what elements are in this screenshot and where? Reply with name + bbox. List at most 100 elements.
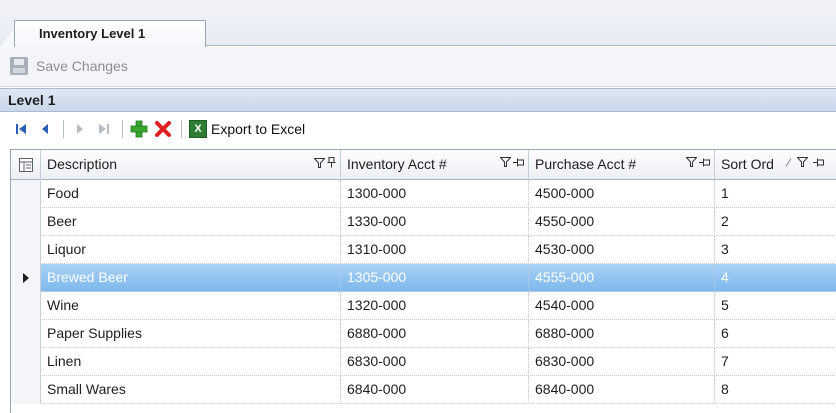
row-selector[interactable]: [11, 348, 41, 376]
column-header-description[interactable]: Description: [41, 150, 341, 180]
column-header-label: Sort Ord: [721, 156, 774, 172]
cell-description[interactable]: Wine: [41, 292, 341, 320]
cell-sort-order[interactable]: 6: [715, 320, 836, 348]
inventory-grid: Description Inventory Acct # Purchase Ac…: [10, 149, 836, 413]
cell-purchase-acct[interactable]: 4500-000: [529, 180, 715, 208]
row-selector[interactable]: [11, 236, 41, 264]
level-title: Level 1: [8, 92, 56, 108]
table-row[interactable]: Wine 1320-000 4540-000 5: [11, 292, 836, 320]
cell-inventory-acct[interactable]: 6880-000: [341, 320, 529, 348]
table-row[interactable]: Beer 1330-000 4550-000 2: [11, 208, 836, 236]
last-record-button[interactable]: [93, 118, 115, 140]
table-row[interactable]: Small Wares 6840-000 6840-000 8: [11, 376, 836, 404]
cell-purchase-acct[interactable]: 6840-000: [529, 376, 715, 404]
toolbar-separator: [181, 120, 182, 138]
filter-icon[interactable]: [686, 157, 697, 167]
delete-x-icon: [155, 121, 171, 137]
cell-sort-order[interactable]: 8: [715, 376, 836, 404]
tab-label: Inventory Level 1: [39, 26, 146, 41]
filter-icon[interactable]: [797, 157, 808, 167]
cell-sort-order[interactable]: 3: [715, 236, 836, 264]
previous-record-icon: [42, 124, 48, 134]
cell-inventory-acct[interactable]: 6840-000: [341, 376, 529, 404]
next-record-button[interactable]: [69, 118, 91, 140]
cell-inventory-acct[interactable]: 1310-000: [341, 236, 529, 264]
navigation-toolbar: X Export to Excel: [0, 113, 836, 145]
row-selector[interactable]: [11, 180, 41, 208]
excel-icon: X: [189, 120, 207, 138]
row-selector[interactable]: [11, 208, 41, 236]
column-header-inventory-acct[interactable]: Inventory Acct #: [341, 150, 529, 180]
filter-icon[interactable]: [314, 157, 325, 168]
column-chooser-icon: [18, 158, 33, 172]
pin-icon[interactable]: [327, 157, 336, 168]
app-window: Inventory Level 1 Save Changes Level 1 X…: [0, 0, 836, 413]
last-record-icon: [99, 124, 109, 134]
cell-inventory-acct[interactable]: 1330-000: [341, 208, 529, 236]
table-row[interactable]: Food 1300-000 4500-000 1: [11, 180, 836, 208]
tab-inventory-level-1[interactable]: Inventory Level 1: [14, 20, 206, 47]
add-record-button[interactable]: [128, 118, 150, 140]
pin-icon[interactable]: [813, 158, 824, 167]
cell-description[interactable]: Paper Supplies: [41, 320, 341, 348]
cell-purchase-acct[interactable]: 6880-000: [529, 320, 715, 348]
cell-sort-order[interactable]: 7: [715, 348, 836, 376]
export-to-excel-label: Export to Excel: [211, 121, 306, 137]
column-chooser-button[interactable]: [11, 150, 41, 180]
cell-description[interactable]: Food: [41, 180, 341, 208]
filter-icon[interactable]: [500, 157, 511, 167]
cell-purchase-acct[interactable]: 4555-000: [529, 264, 715, 292]
pin-icon[interactable]: [699, 158, 710, 167]
save-changes-label: Save Changes: [36, 58, 128, 74]
level-header: Level 1: [0, 88, 836, 112]
plus-icon: [130, 120, 148, 138]
row-selector[interactable]: [11, 264, 41, 292]
save-toolbar: Save Changes: [0, 47, 836, 87]
cell-sort-order[interactable]: 2: [715, 208, 836, 236]
row-selector[interactable]: [11, 320, 41, 348]
column-header-label: Purchase Acct #: [535, 156, 637, 172]
header-icon-group: [785, 157, 824, 167]
previous-record-button[interactable]: [34, 118, 56, 140]
first-record-button[interactable]: [10, 118, 32, 140]
floppy-disk-icon: [10, 57, 28, 75]
cell-sort-order[interactable]: 5: [715, 292, 836, 320]
document-tab-strip: Inventory Level 1: [0, 0, 836, 47]
current-row-arrow-icon: [22, 273, 29, 283]
next-record-icon: [77, 124, 83, 134]
table-row[interactable]: Liquor 1310-000 4530-000 3: [11, 236, 836, 264]
cell-inventory-acct[interactable]: 1300-000: [341, 180, 529, 208]
toolbar-separator: [122, 120, 123, 138]
table-row-selected[interactable]: Brewed Beer 1305-000 4555-000 4: [11, 264, 836, 292]
first-record-icon: [16, 124, 26, 134]
cell-purchase-acct[interactable]: 4540-000: [529, 292, 715, 320]
cell-purchase-acct[interactable]: 4530-000: [529, 236, 715, 264]
pin-icon[interactable]: [513, 158, 524, 167]
cell-inventory-acct[interactable]: 6830-000: [341, 348, 529, 376]
column-header-purchase-acct[interactable]: Purchase Acct #: [529, 150, 715, 180]
cell-inventory-acct[interactable]: 1305-000: [341, 264, 529, 292]
cell-sort-order[interactable]: 4: [715, 264, 836, 292]
cell-description[interactable]: Linen: [41, 348, 341, 376]
table-row[interactable]: Linen 6830-000 6830-000 7: [11, 348, 836, 376]
grid-header-row: Description Inventory Acct # Purchase Ac…: [11, 150, 836, 180]
row-selector[interactable]: [11, 376, 41, 404]
cell-inventory-acct[interactable]: 1320-000: [341, 292, 529, 320]
column-header-label: Inventory Acct #: [347, 156, 447, 172]
sort-ascending-icon[interactable]: [785, 157, 792, 167]
cell-description[interactable]: Beer: [41, 208, 341, 236]
column-header-sort-order[interactable]: Sort Ord: [715, 150, 836, 180]
table-row[interactable]: Paper Supplies 6880-000 6880-000 6: [11, 320, 836, 348]
toolbar-separator: [63, 120, 64, 138]
cell-description[interactable]: Liquor: [41, 236, 341, 264]
cell-description[interactable]: Small Wares: [41, 376, 341, 404]
cell-description[interactable]: Brewed Beer: [41, 264, 341, 292]
cell-purchase-acct[interactable]: 4550-000: [529, 208, 715, 236]
save-changes-button[interactable]: Save Changes: [10, 53, 128, 79]
cell-sort-order[interactable]: 1: [715, 180, 836, 208]
export-to-excel-button[interactable]: X Export to Excel: [187, 118, 307, 140]
row-selector[interactable]: [11, 292, 41, 320]
delete-record-button[interactable]: [152, 118, 174, 140]
column-header-label: Description: [47, 156, 118, 172]
cell-purchase-acct[interactable]: 6830-000: [529, 348, 715, 376]
